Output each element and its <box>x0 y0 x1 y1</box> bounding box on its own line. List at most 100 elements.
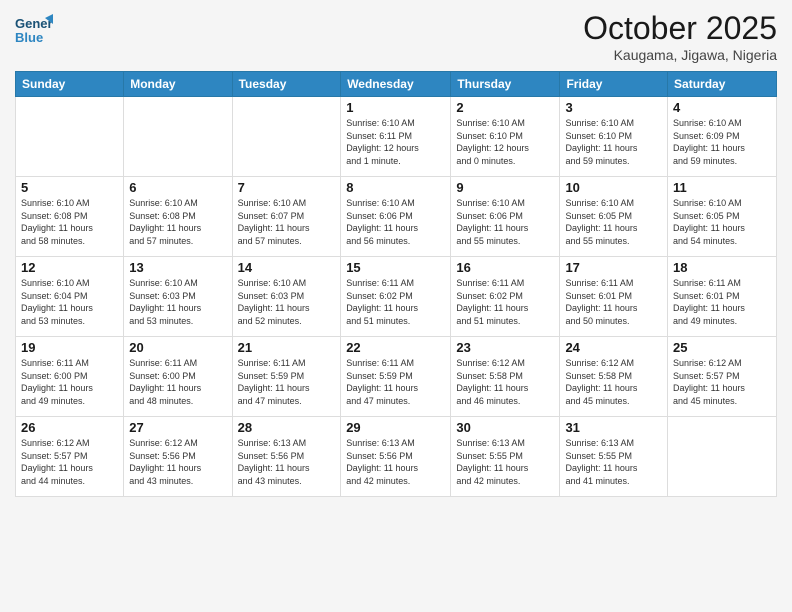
day-info: Sunrise: 6:10 AM Sunset: 6:05 PM Dayligh… <box>673 197 771 247</box>
day-info: Sunrise: 6:11 AM Sunset: 6:01 PM Dayligh… <box>673 277 771 327</box>
day-info: Sunrise: 6:11 AM Sunset: 6:02 PM Dayligh… <box>456 277 554 327</box>
day-number: 2 <box>456 100 554 115</box>
week-row-2: 5 Sunrise: 6:10 AM Sunset: 6:08 PM Daylig… <box>16 177 777 257</box>
calendar-cell: 15Sunrise: 6:11 AM Sunset: 6:02 PM Dayli… <box>341 257 451 337</box>
day-number: 17 <box>565 260 662 275</box>
day-info: Sunrise: 6:13 AM Sunset: 5:55 PM Dayligh… <box>565 437 662 487</box>
calendar-cell: 21 Sunrise: 6:11 AM Sunset: 5:59 PM Dayli… <box>232 337 341 417</box>
calendar-cell: 24 Sunrise: 6:12 AM Sunset: 5:58 PM Dayli… <box>560 337 668 417</box>
weekday-header-sunday: Sunday <box>16 72 124 97</box>
day-number: 5 <box>21 180 118 195</box>
day-info: Sunrise: 6:10 AM Sunset: 6:07 PM Dayligh… <box>238 197 336 247</box>
calendar-cell <box>124 97 232 177</box>
day-info: Sunrise: 6:11 AM Sunset: 5:59 PM Dayligh… <box>238 357 336 407</box>
day-number: 11 <box>673 180 771 195</box>
day-info: Sunrise: 6:10 AM Sunset: 6:11 PM Dayligh… <box>346 117 445 167</box>
calendar-cell: 17 Sunrise: 6:11 AM Sunset: 6:01 PM Dayli… <box>560 257 668 337</box>
calendar-cell: 30Sunrise: 6:13 AM Sunset: 5:55 PM Dayli… <box>451 417 560 497</box>
calendar-cell: 16Sunrise: 6:11 AM Sunset: 6:02 PM Dayli… <box>451 257 560 337</box>
location: Kaugama, Jigawa, Nigeria <box>583 47 777 63</box>
day-number: 12 <box>21 260 118 275</box>
day-number: 26 <box>21 420 118 435</box>
day-info: Sunrise: 6:13 AM Sunset: 5:56 PM Dayligh… <box>238 437 336 487</box>
day-info: Sunrise: 6:11 AM Sunset: 6:00 PM Dayligh… <box>129 357 226 407</box>
day-number: 20 <box>129 340 226 355</box>
day-info: Sunrise: 6:11 AM Sunset: 6:00 PM Dayligh… <box>21 357 118 407</box>
calendar-cell: 22Sunrise: 6:11 AM Sunset: 5:59 PM Dayli… <box>341 337 451 417</box>
day-info: Sunrise: 6:10 AM Sunset: 6:05 PM Dayligh… <box>565 197 662 247</box>
day-number: 28 <box>238 420 336 435</box>
day-number: 8 <box>346 180 445 195</box>
calendar-cell: 29Sunrise: 6:13 AM Sunset: 5:56 PM Dayli… <box>341 417 451 497</box>
day-info: Sunrise: 6:10 AM Sunset: 6:03 PM Dayligh… <box>129 277 226 327</box>
calendar-cell: 5 Sunrise: 6:10 AM Sunset: 6:08 PM Daylig… <box>16 177 124 257</box>
weekday-header-saturday: Saturday <box>668 72 777 97</box>
weekday-header-wednesday: Wednesday <box>341 72 451 97</box>
day-number: 9 <box>456 180 554 195</box>
day-info: Sunrise: 6:10 AM Sunset: 6:10 PM Dayligh… <box>456 117 554 167</box>
weekday-header-monday: Monday <box>124 72 232 97</box>
day-info: Sunrise: 6:11 AM Sunset: 5:59 PM Dayligh… <box>346 357 445 407</box>
day-number: 21 <box>238 340 336 355</box>
day-number: 10 <box>565 180 662 195</box>
title-section: October 2025 Kaugama, Jigawa, Nigeria <box>583 10 777 63</box>
calendar-cell: 1 Sunrise: 6:10 AM Sunset: 6:11 PM Daylig… <box>341 97 451 177</box>
weekday-header-row: SundayMondayTuesdayWednesdayThursdayFrid… <box>16 72 777 97</box>
calendar-cell <box>16 97 124 177</box>
day-number: 19 <box>21 340 118 355</box>
calendar-cell: 20 Sunrise: 6:11 AM Sunset: 6:00 PM Dayli… <box>124 337 232 417</box>
weekday-header-thursday: Thursday <box>451 72 560 97</box>
calendar-cell: 10 Sunrise: 6:10 AM Sunset: 6:05 PM Dayli… <box>560 177 668 257</box>
calendar-cell: 12Sunrise: 6:10 AM Sunset: 6:04 PM Dayli… <box>16 257 124 337</box>
day-number: 4 <box>673 100 771 115</box>
day-number: 30 <box>456 420 554 435</box>
calendar-cell <box>668 417 777 497</box>
week-row-5: 26 Sunrise: 6:12 AM Sunset: 5:57 PM Dayli… <box>16 417 777 497</box>
calendar-cell: 4 Sunrise: 6:10 AM Sunset: 6:09 PM Daylig… <box>668 97 777 177</box>
calendar-cell: 26 Sunrise: 6:12 AM Sunset: 5:57 PM Dayli… <box>16 417 124 497</box>
calendar-cell: 6 Sunrise: 6:10 AM Sunset: 6:08 PM Daylig… <box>124 177 232 257</box>
svg-text:Blue: Blue <box>15 30 43 45</box>
calendar-cell: 11 Sunrise: 6:10 AM Sunset: 6:05 PM Dayli… <box>668 177 777 257</box>
calendar-cell: 9 Sunrise: 6:10 AM Sunset: 6:06 PM Daylig… <box>451 177 560 257</box>
day-info: Sunrise: 6:10 AM Sunset: 6:10 PM Dayligh… <box>565 117 662 167</box>
day-info: Sunrise: 6:10 AM Sunset: 6:06 PM Dayligh… <box>456 197 554 247</box>
calendar-cell: 25Sunrise: 6:12 AM Sunset: 5:57 PM Dayli… <box>668 337 777 417</box>
day-number: 27 <box>129 420 226 435</box>
day-info: Sunrise: 6:11 AM Sunset: 6:02 PM Dayligh… <box>346 277 445 327</box>
calendar-cell: 2 Sunrise: 6:10 AM Sunset: 6:10 PM Daylig… <box>451 97 560 177</box>
day-number: 24 <box>565 340 662 355</box>
day-info: Sunrise: 6:10 AM Sunset: 6:08 PM Dayligh… <box>129 197 226 247</box>
day-info: Sunrise: 6:10 AM Sunset: 6:06 PM Dayligh… <box>346 197 445 247</box>
logo-icon: GeneralBlue <box>15 10 53 48</box>
day-info: Sunrise: 6:11 AM Sunset: 6:01 PM Dayligh… <box>565 277 662 327</box>
calendar-cell: 27Sunrise: 6:12 AM Sunset: 5:56 PM Dayli… <box>124 417 232 497</box>
day-info: Sunrise: 6:12 AM Sunset: 5:57 PM Dayligh… <box>21 437 118 487</box>
day-info: Sunrise: 6:12 AM Sunset: 5:58 PM Dayligh… <box>565 357 662 407</box>
day-number: 6 <box>129 180 226 195</box>
calendar-table: SundayMondayTuesdayWednesdayThursdayFrid… <box>15 71 777 497</box>
calendar-cell: 31 Sunrise: 6:13 AM Sunset: 5:55 PM Dayli… <box>560 417 668 497</box>
week-row-4: 19 Sunrise: 6:11 AM Sunset: 6:00 PM Dayli… <box>16 337 777 417</box>
day-info: Sunrise: 6:12 AM Sunset: 5:58 PM Dayligh… <box>456 357 554 407</box>
day-number: 31 <box>565 420 662 435</box>
logo: GeneralBlue <box>15 10 53 48</box>
day-number: 29 <box>346 420 445 435</box>
calendar-cell: 3Sunrise: 6:10 AM Sunset: 6:10 PM Daylig… <box>560 97 668 177</box>
day-number: 23 <box>456 340 554 355</box>
day-info: Sunrise: 6:10 AM Sunset: 6:08 PM Dayligh… <box>21 197 118 247</box>
calendar-cell: 18 Sunrise: 6:11 AM Sunset: 6:01 PM Dayli… <box>668 257 777 337</box>
weekday-header-friday: Friday <box>560 72 668 97</box>
day-number: 25 <box>673 340 771 355</box>
day-number: 18 <box>673 260 771 275</box>
week-row-3: 12Sunrise: 6:10 AM Sunset: 6:04 PM Dayli… <box>16 257 777 337</box>
calendar-cell: 13Sunrise: 6:10 AM Sunset: 6:03 PM Dayli… <box>124 257 232 337</box>
week-row-1: 1 Sunrise: 6:10 AM Sunset: 6:11 PM Daylig… <box>16 97 777 177</box>
day-number: 1 <box>346 100 445 115</box>
calendar-cell: 14Sunrise: 6:10 AM Sunset: 6:03 PM Dayli… <box>232 257 341 337</box>
calendar-cell: 23 Sunrise: 6:12 AM Sunset: 5:58 PM Dayli… <box>451 337 560 417</box>
month-title: October 2025 <box>583 10 777 47</box>
day-info: Sunrise: 6:10 AM Sunset: 6:09 PM Dayligh… <box>673 117 771 167</box>
day-info: Sunrise: 6:10 AM Sunset: 6:03 PM Dayligh… <box>238 277 336 327</box>
page-header: GeneralBlue October 2025 Kaugama, Jigawa… <box>15 10 777 63</box>
